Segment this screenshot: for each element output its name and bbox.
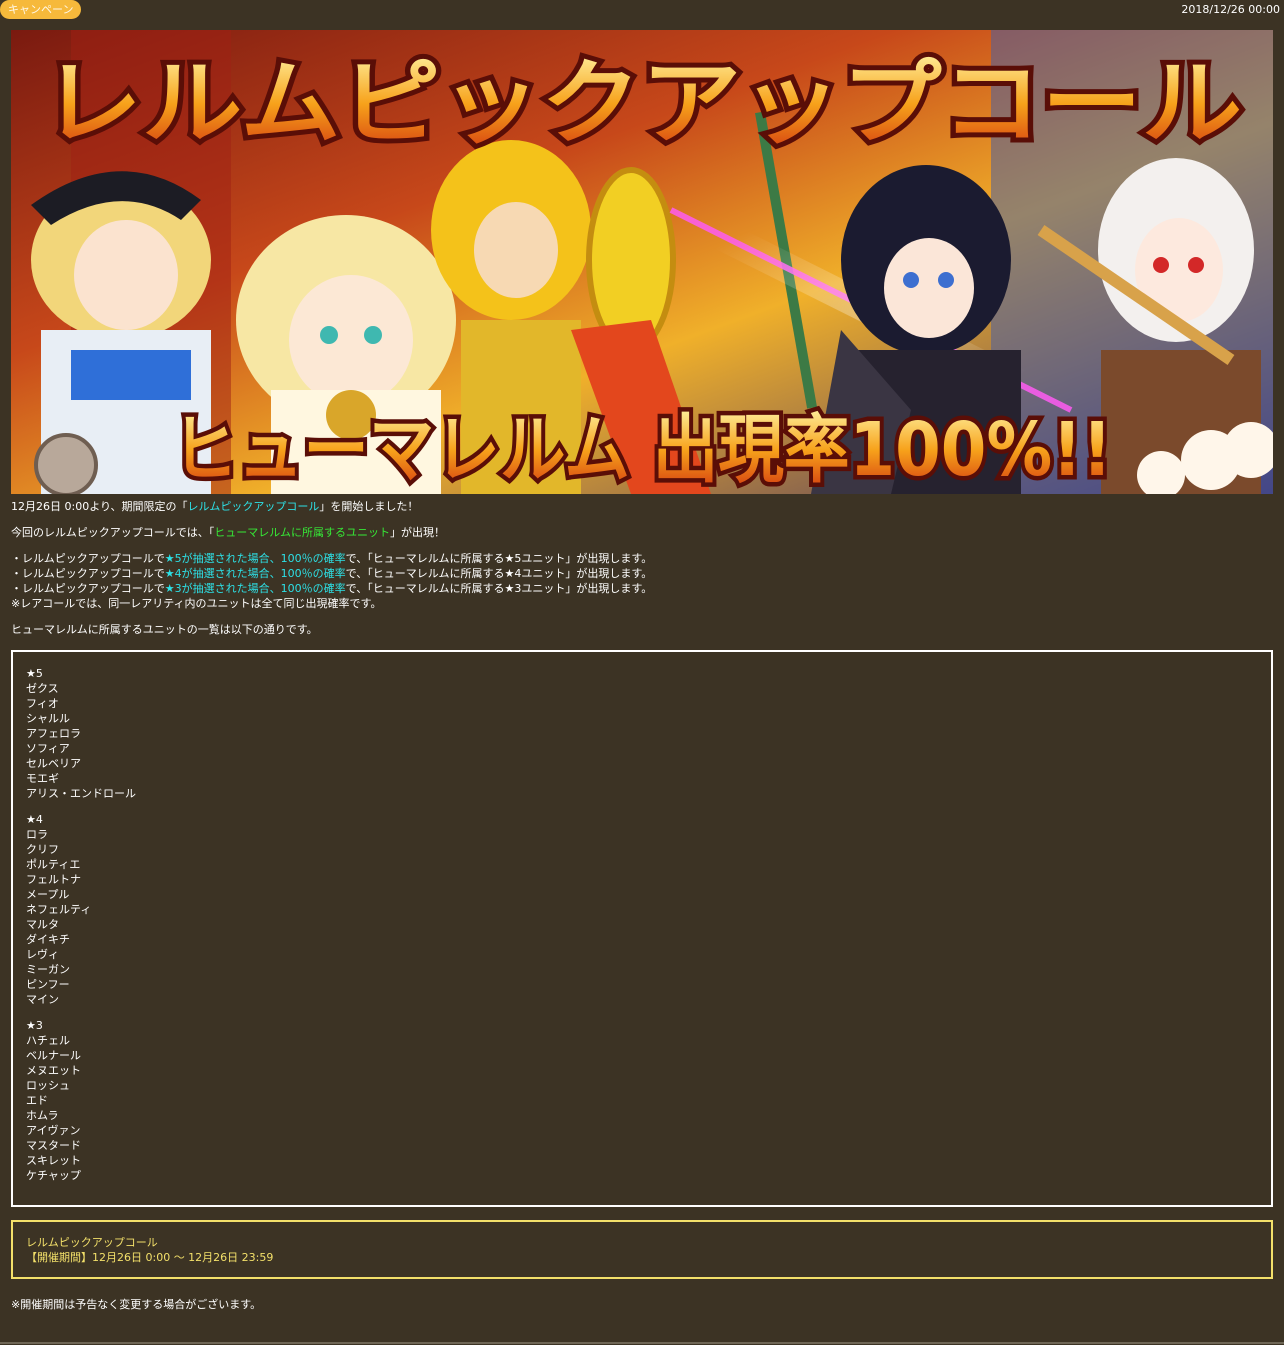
rarity-group-4: ★4 ロラ クリフ ポルティエ フェルトナ メープル ネフェルティ マルタ ダイ… (26, 812, 136, 1007)
unit-name: ホムラ (26, 1109, 59, 1122)
rarity-heading: ★5 (26, 667, 43, 680)
schedule-change-note: ※開催期間は予告なく変更する場合がございます。 (11, 1298, 262, 1311)
banner-title: レルムピックアップコール (42, 50, 1242, 157)
rate-note: ※レアコールでは、同一レアリティ内のユニットは全て同じ出現確率です。 (11, 597, 382, 610)
unit-name: モエギ (26, 772, 59, 785)
target-units-link[interactable]: ヒューマレルムに所属するユニット (214, 526, 390, 539)
campaign-name-link[interactable]: レルムピックアップコール (188, 500, 320, 513)
unit-name: ポルティエ (26, 858, 81, 871)
intro-line-2: 今回のレルムピックアップコールでは、「ヒューマレルムに所属するユニット」が出現！ (11, 526, 446, 539)
rate-line-3: ・レルムピックアップコールで★3が抽選された場合、100％の確率で、「ヒューマレ… (11, 582, 653, 595)
event-period: 【開催期間】12月26日 0:00 ～ 12月26日 23:59 (26, 1251, 274, 1264)
category-badge[interactable]: キャンペーン (0, 0, 82, 19)
unit-name: フィオ (26, 697, 59, 710)
unit-name: メヌエット (26, 1064, 81, 1077)
rate-line-5: ・レルムピックアップコールで★5が抽選された場合、100％の確率で、「ヒューマレ… (11, 552, 653, 565)
rate-line-4: ・レルムピックアップコールで★4が抽選された場合、100％の確率で、「ヒューマレ… (11, 567, 653, 580)
unit-list-box: ★5 ゼクス フィオ シャルル アフェロラ ソフィア セルベリア モエギ アリス… (11, 650, 1273, 1207)
campaign-description: 12月26日 0:00より、期間限定の「レルムピックアップコール」を開始しました… (11, 499, 1273, 637)
unit-name: マスタード (26, 1139, 81, 1152)
unit-name: ケチャップ (26, 1169, 81, 1182)
unit-name: ロラ (26, 828, 48, 841)
unit-name: レヴィ (26, 948, 59, 961)
unit-name: ロッシュ (26, 1079, 70, 1092)
campaign-banner-image: レルムピックアップコール ヒューマレルム 出現率100%!! (11, 30, 1273, 494)
unit-name: フェルトナ (26, 873, 81, 886)
unit-name: マイン (26, 993, 59, 1006)
unit-name: シャルル (26, 712, 70, 725)
event-name: レルムピックアップコール (26, 1236, 158, 1249)
rarity-heading: ★3 (26, 1019, 43, 1032)
top-bar: キャンペーン 2018/12/26 00:00 (0, 0, 1284, 22)
intro-line-1: 12月26日 0:00より、期間限定の「レルムピックアップコール」を開始しました… (11, 500, 419, 513)
unit-name: ピンフー (26, 978, 70, 991)
unit-name: スキレット (26, 1154, 81, 1167)
unit-name: ダイキチ (26, 933, 70, 946)
unit-name: ミーガン (26, 963, 70, 976)
post-date: 2018/12/26 00:00 (1181, 3, 1280, 16)
unit-name: マルタ (26, 918, 59, 931)
event-period-box: レルムピックアップコール 【開催期間】12月26日 0:00 ～ 12月26日 … (11, 1220, 1273, 1279)
unit-name: ハチェル (26, 1034, 70, 1047)
rarity-group-5: ★5 ゼクス フィオ シャルル アフェロラ ソフィア セルベリア モエギ アリス… (26, 666, 136, 801)
unit-name: クリフ (26, 843, 59, 856)
unit-name: メープル (26, 888, 70, 901)
rarity-group-3: ★3 ハチェル ベルナール メヌエット ロッシュ エド ホムラ アイヴァン マス… (26, 1018, 136, 1183)
unit-name: ソフィア (26, 742, 70, 755)
unit-name: ネフェルティ (26, 903, 92, 916)
bottom-divider (0, 1342, 1284, 1344)
banner-subtitle: ヒューマレルム 出現率100%!! (172, 407, 1112, 493)
banner-illustration: レルムピックアップコール ヒューマレルム 出現率100%!! (11, 30, 1273, 494)
unit-name: エド (26, 1094, 48, 1107)
unit-name: アイヴァン (26, 1124, 81, 1137)
unit-name: ゼクス (26, 682, 59, 695)
rarity-heading: ★4 (26, 813, 43, 826)
unit-name: ベルナール (26, 1049, 81, 1062)
unit-name: セルベリア (26, 757, 81, 770)
unit-name: アリス・エンドロール (26, 787, 136, 800)
unit-list-intro: ヒューマレルムに所属するユニットの一覧は以下の通りです。 (11, 623, 318, 636)
unit-name: アフェロラ (26, 727, 81, 740)
